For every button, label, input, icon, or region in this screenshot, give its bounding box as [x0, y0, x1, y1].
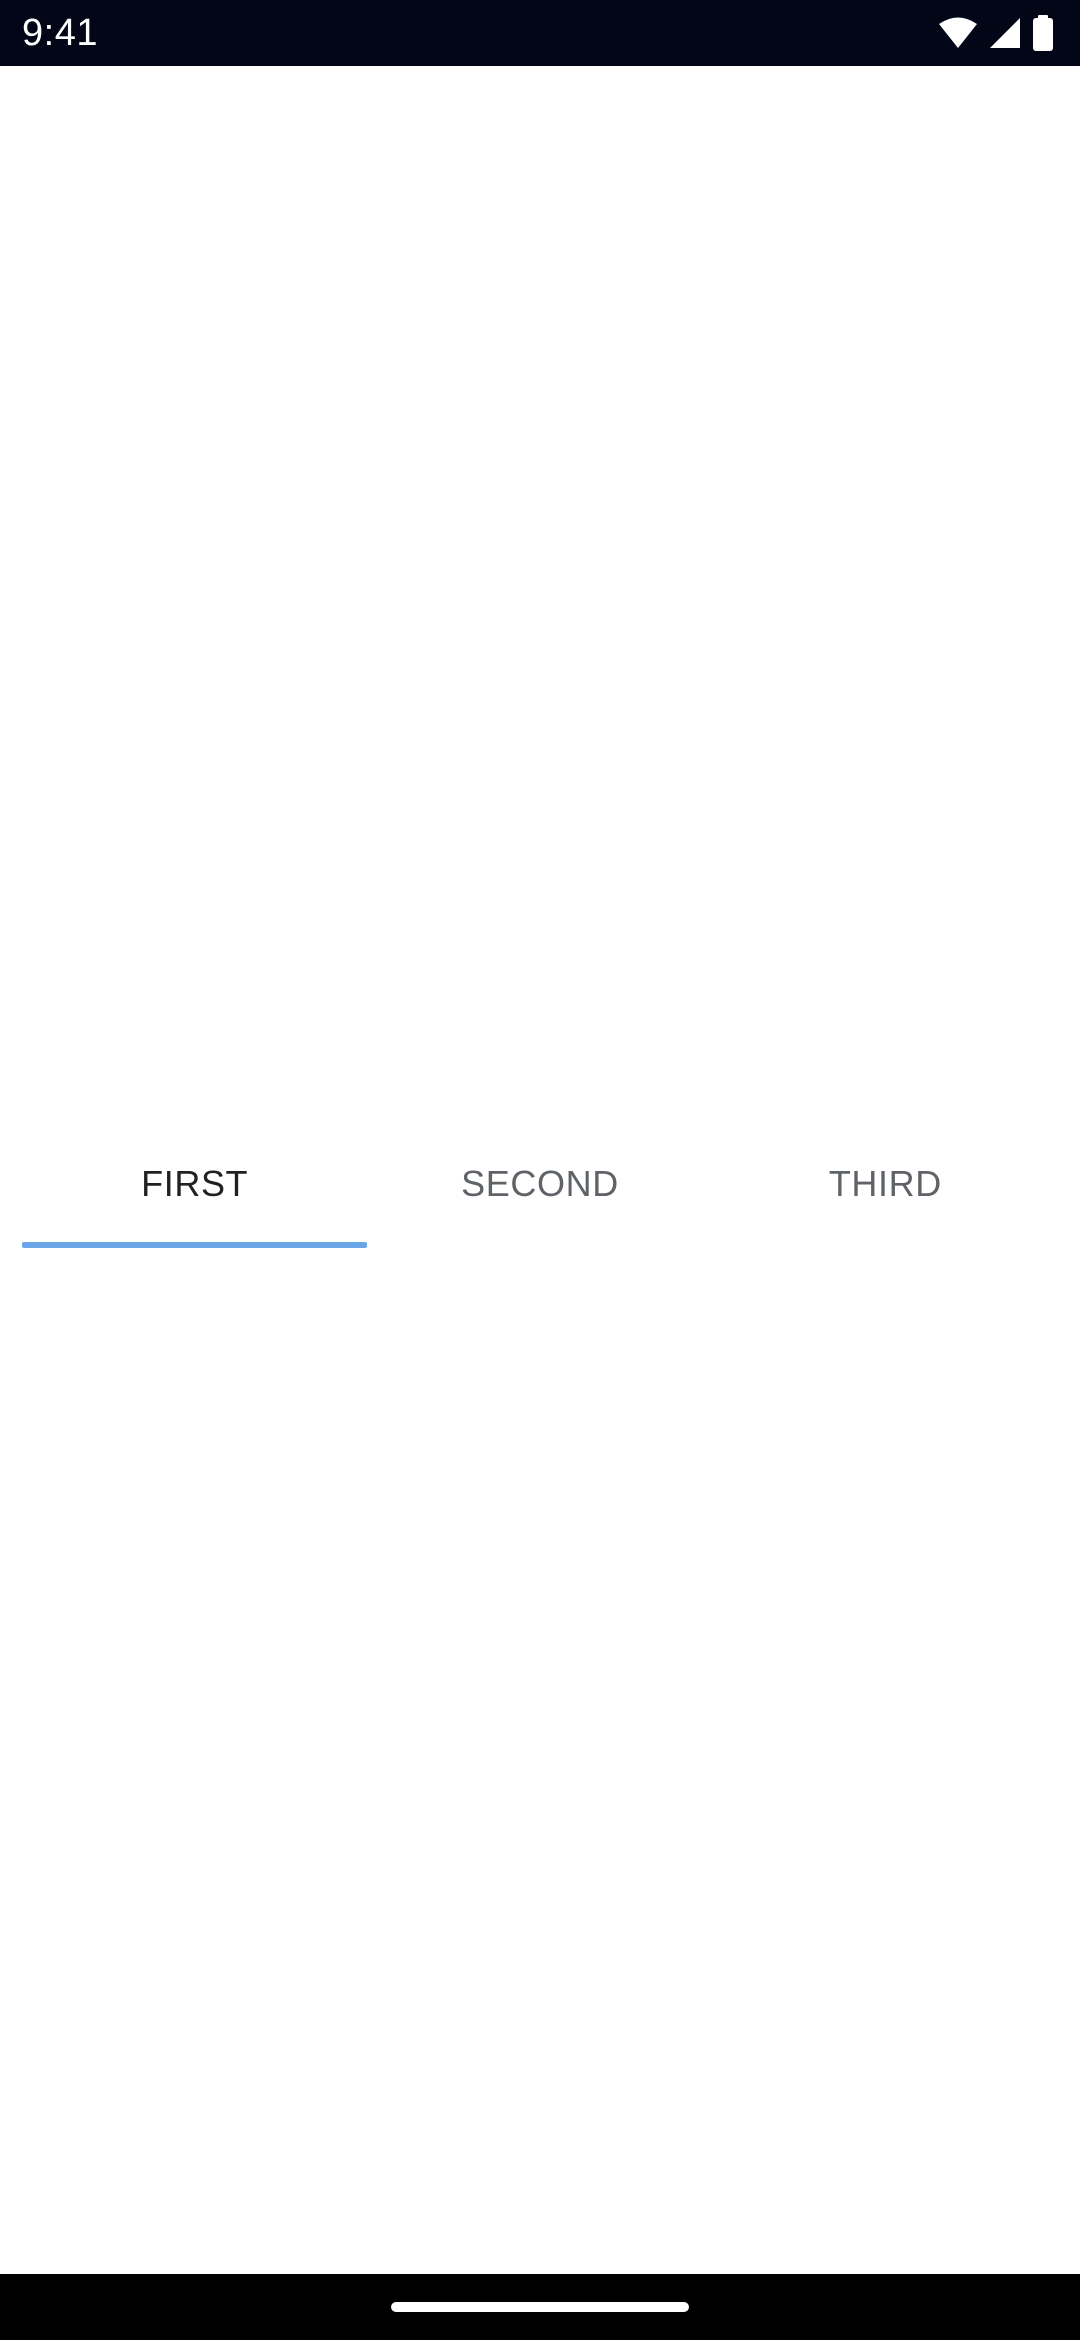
status-time: 9:41: [22, 12, 98, 54]
tab-first[interactable]: FIRST: [22, 1120, 368, 1248]
navigation-bar: [0, 2274, 1080, 2340]
status-icons: [938, 14, 1054, 52]
tab-second-label: SECOND: [461, 1163, 619, 1204]
tab-selected-indicator: [22, 1242, 368, 1248]
status-bar: 9:41: [0, 0, 1080, 66]
tab-second[interactable]: SECOND: [367, 1120, 712, 1248]
tab-first-label: FIRST: [141, 1163, 249, 1204]
home-gesture-handle[interactable]: [391, 2302, 689, 2312]
tab-bar: FIRST SECOND THIRD: [22, 1120, 1058, 1248]
battery-icon: [1032, 15, 1054, 51]
wifi-icon: [938, 17, 978, 49]
tab-third[interactable]: THIRD: [713, 1120, 1058, 1248]
app-screen: 9:41 FIRST SECOND THIRD: [0, 0, 1080, 2340]
cellular-signal-icon: [988, 17, 1022, 49]
tab-third-label: THIRD: [828, 1163, 942, 1204]
